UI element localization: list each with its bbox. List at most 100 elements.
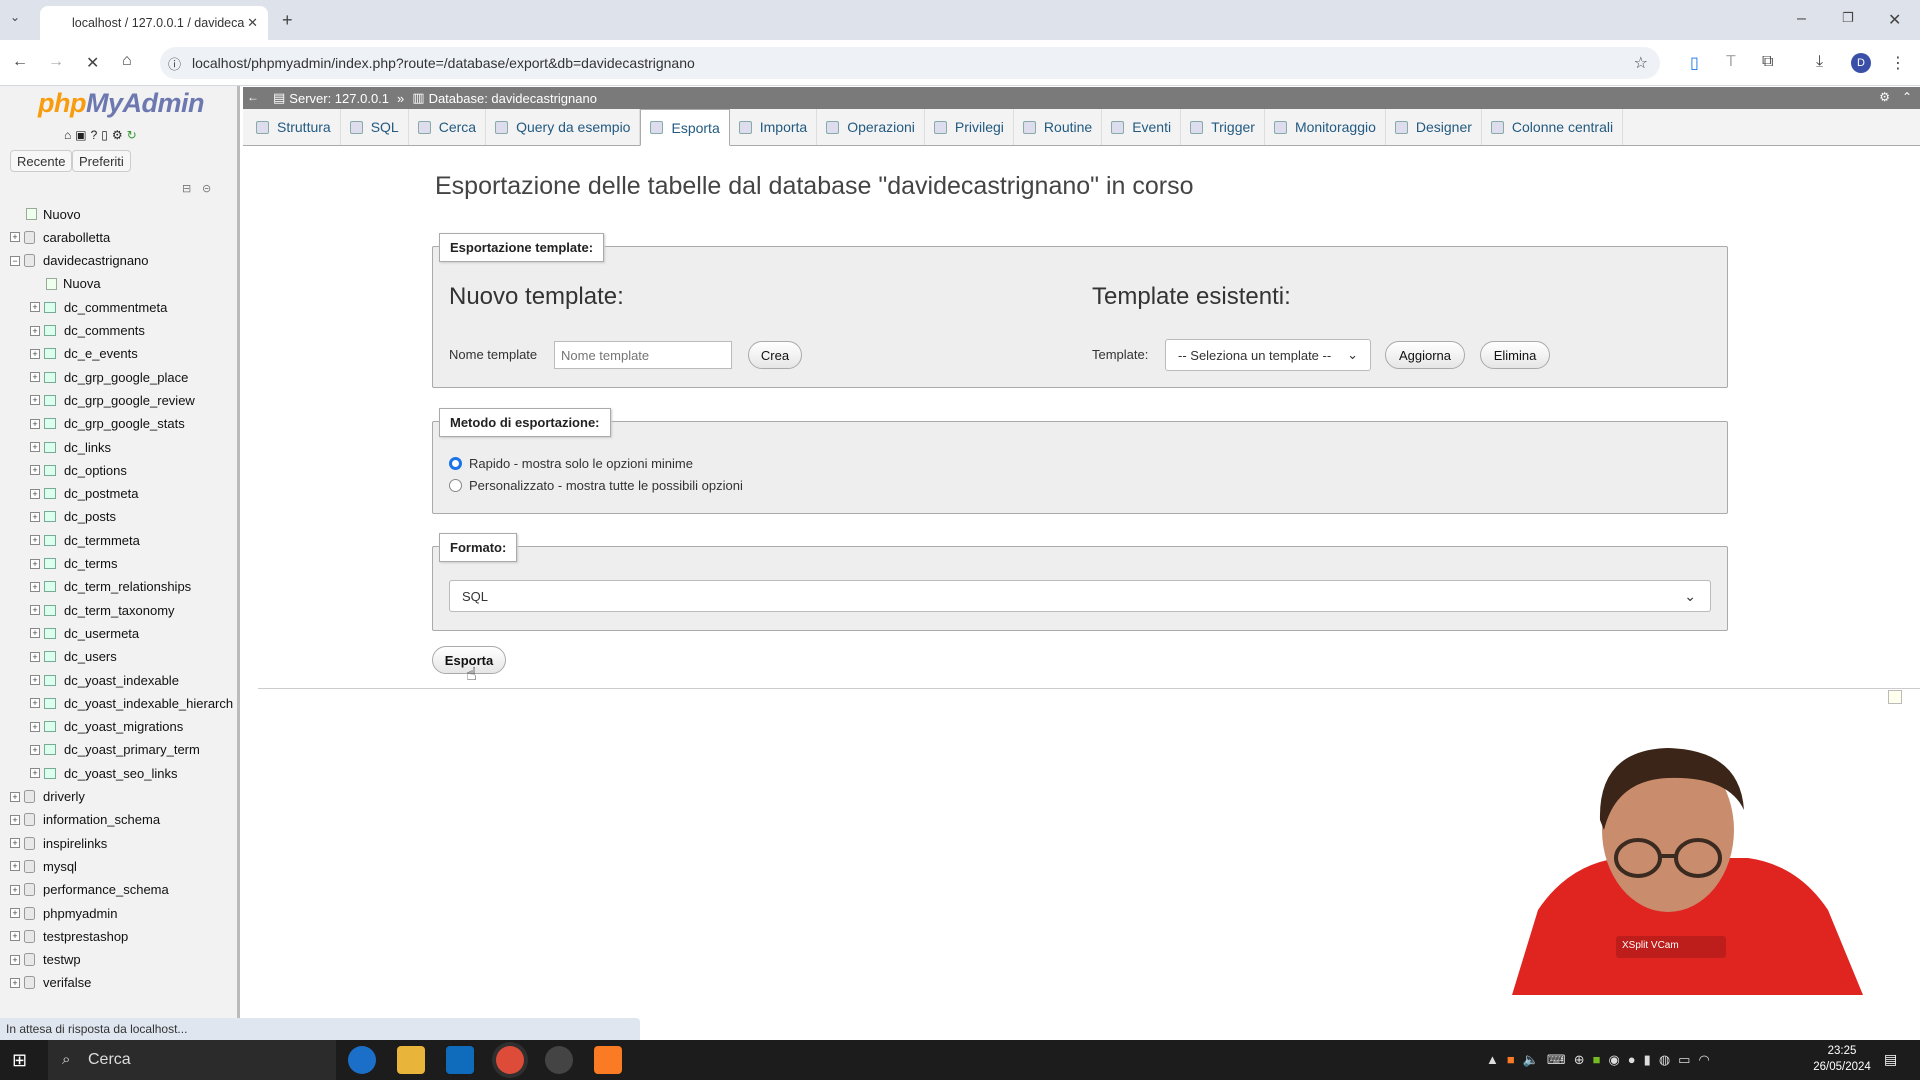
expand-icon[interactable]: + (30, 395, 40, 406)
tree-table[interactable]: + dc_terms (30, 554, 117, 574)
expand-icon[interactable]: + (10, 954, 20, 965)
tree-database[interactable]: + inspirelinks (10, 833, 107, 853)
tree-table[interactable]: + dc_grp_google_review (30, 390, 195, 410)
tree-table[interactable]: + dc_users (30, 647, 117, 667)
browser-menu-icon[interactable]: ⋮ (1890, 53, 1906, 73)
favorites-button[interactable]: Preferiti (72, 150, 131, 172)
file-explorer-icon[interactable] (397, 1046, 425, 1074)
tree-table[interactable]: + dc_comments (30, 321, 145, 341)
chrome-icon[interactable] (496, 1046, 524, 1074)
tree-database[interactable]: + testwp (10, 950, 81, 970)
tab-importa[interactable]: Importa (730, 109, 818, 145)
tree-table[interactable]: + dc_usermeta (30, 623, 139, 643)
home-icon[interactable]: ⌂ (64, 128, 71, 142)
extensions-puzzle-icon[interactable]: ⧉ (1762, 53, 1773, 71)
keyboard-icon[interactable]: ⌨ (1547, 1052, 1566, 1068)
tree-database[interactable]: + verifalse (10, 973, 91, 993)
tree-database[interactable]: − davidecastrignano (10, 251, 149, 271)
tree-database[interactable]: + phpmyadmin (10, 903, 117, 923)
expand-icon[interactable]: + (30, 558, 40, 569)
expand-icon[interactable]: + (30, 605, 40, 616)
expand-icon[interactable]: + (10, 838, 20, 849)
profile-avatar[interactable]: D (1851, 53, 1871, 73)
expand-icon[interactable]: + (30, 372, 40, 383)
expand-icon[interactable]: + (30, 721, 40, 732)
minimize-icon[interactable]: – (1797, 10, 1806, 28)
expand-icon[interactable]: + (10, 884, 20, 895)
tree-table[interactable]: + dc_term_relationships (30, 577, 191, 597)
expand-icon[interactable]: + (30, 348, 40, 359)
expand-icon[interactable]: + (30, 675, 40, 685)
reload-icon[interactable]: ↻ (127, 128, 137, 142)
display-icon[interactable]: ▭ (1678, 1052, 1690, 1068)
tree-table[interactable]: + dc_yoast_indexable_hierarch (30, 693, 233, 713)
expand-icon[interactable]: + (30, 768, 40, 779)
network-icon[interactable]: ⊕ (1574, 1052, 1585, 1068)
update-template-button[interactable]: Aggiorna (1385, 341, 1465, 369)
quick-export-radio[interactable] (449, 457, 462, 470)
logout-icon[interactable]: ▣ (75, 128, 86, 142)
tab-routine[interactable]: Routine (1014, 109, 1103, 145)
custom-export-option[interactable]: Personalizzato - mostra tutte le possibi… (449, 478, 743, 493)
tab-trigger[interactable]: Trigger (1181, 109, 1265, 145)
tab-esporta[interactable]: Esporta (640, 109, 730, 146)
tab-cerca[interactable]: Cerca (409, 109, 487, 145)
breadcrumb-database[interactable]: Database: davidecastrignano (429, 91, 597, 106)
expand-icon[interactable]: + (30, 651, 40, 662)
expand-icon[interactable]: + (30, 628, 40, 639)
tree-database[interactable]: + carabolletta (10, 227, 110, 247)
close-window-icon[interactable]: ✕ (1888, 10, 1901, 30)
tree-table[interactable]: + dc_yoast_primary_term (30, 740, 200, 760)
tab-monitoraggio[interactable]: Monitoraggio (1265, 109, 1386, 145)
browser-tab[interactable]: localhost / 127.0.0.1 / davideca ✕ (40, 6, 268, 40)
windows-start-icon[interactable]: ⊞ (12, 1050, 27, 1071)
tree-table[interactable]: + dc_commentmeta (30, 297, 167, 317)
help-icon[interactable]: ? (91, 128, 98, 142)
back-icon[interactable]: ← (12, 53, 28, 71)
quick-export-option[interactable]: Rapido - mostra solo le opzioni minime (449, 456, 693, 471)
tree-table[interactable]: + dc_yoast_indexable (30, 670, 179, 690)
expand-icon[interactable]: + (30, 325, 40, 336)
expand-icon[interactable]: + (30, 511, 40, 522)
expand-icon[interactable]: + (30, 698, 40, 709)
volume-icon[interactable]: 🔈 (1523, 1052, 1539, 1068)
tree-table[interactable]: + dc_termmeta (30, 530, 140, 550)
tree-table[interactable]: + dc_term_taxonomy (30, 600, 175, 620)
expand-icon[interactable]: + (10, 791, 20, 802)
outlook-icon[interactable] (446, 1046, 474, 1074)
link-icon[interactable]: ⊝ (202, 182, 211, 195)
stop-loading-icon[interactable]: ✕ (86, 53, 99, 73)
expand-icon[interactable]: + (10, 908, 20, 918)
collapse-icon[interactable]: − (10, 255, 20, 266)
xampp-icon[interactable] (594, 1046, 622, 1074)
nvidia-icon[interactable]: ■ (1593, 1052, 1601, 1068)
expand-icon[interactable]: + (30, 488, 40, 499)
expand-icon[interactable]: + (10, 977, 20, 988)
delete-template-button[interactable]: Elimina (1480, 341, 1550, 369)
chrome-tray-icon[interactable]: ◍ (1659, 1052, 1670, 1068)
tree-database[interactable]: + mysql (10, 856, 77, 876)
recent-button[interactable]: Recente (10, 150, 73, 172)
create-template-button[interactable]: Crea (748, 341, 802, 369)
tree-table[interactable]: + dc_yoast_migrations (30, 717, 183, 737)
forward-icon[interactable]: → (48, 53, 64, 71)
phpmyadmin-logo[interactable]: phpMyAdmin (38, 88, 204, 119)
tab-colonne-centrali[interactable]: Colonne centrali (1482, 109, 1624, 145)
translate-icon[interactable]: T (1726, 53, 1736, 71)
tree-database[interactable]: + information_schema (10, 810, 160, 830)
expand-icon[interactable]: + (30, 442, 40, 452)
tree-table[interactable]: + dc_posts (30, 507, 116, 527)
tree-table[interactable]: + dc_postmeta (30, 484, 138, 504)
battery-icon[interactable]: ▮ (1644, 1052, 1651, 1068)
close-tab-icon[interactable]: ✕ (247, 15, 258, 31)
address-bar[interactable]: ⓘ localhost/phpmyadmin/index.php?route=/… (160, 47, 1660, 79)
expand-icon[interactable]: + (30, 535, 40, 546)
breadcrumb-server[interactable]: Server: 127.0.0.1 (289, 91, 389, 106)
tree-table[interactable]: + dc_yoast_seo_links (30, 763, 177, 783)
bookmark-star-icon[interactable]: ☆ (1634, 53, 1648, 73)
expand-icon[interactable]: + (30, 302, 40, 313)
obs-icon[interactable] (545, 1046, 573, 1074)
tab-struttura[interactable]: Struttura (247, 109, 341, 145)
template-name-input[interactable] (554, 341, 732, 369)
settings-gear-icon[interactable]: ⚙ (1879, 90, 1890, 104)
